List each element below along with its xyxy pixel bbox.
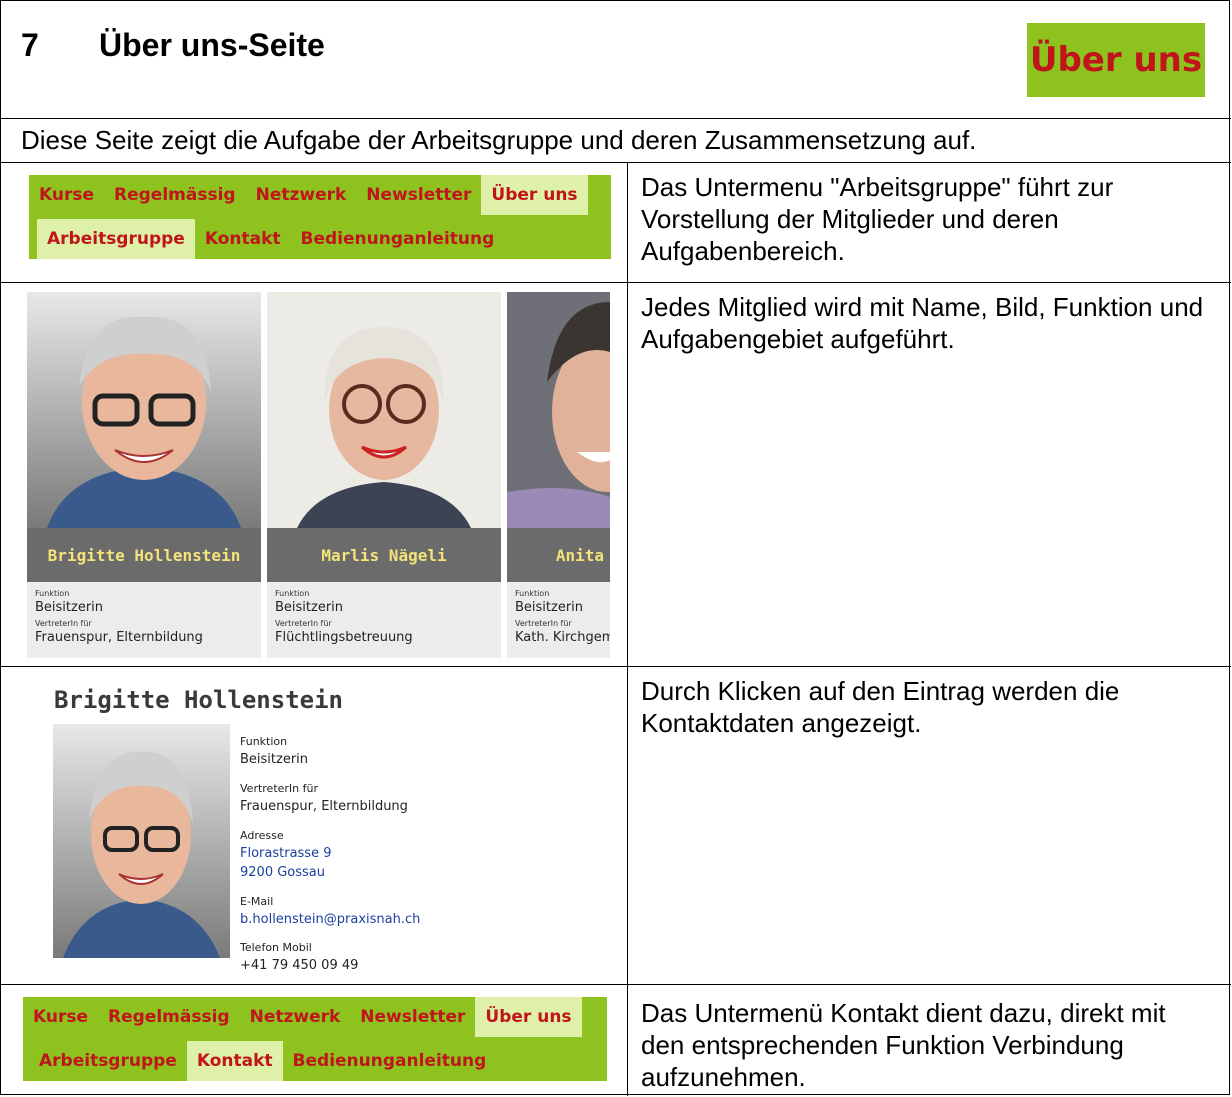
function-label: Funktion [515,589,550,598]
function-label: Funktion [240,735,288,748]
detail-name: Brigitte Hollenstein [54,686,343,714]
column-divider [627,283,628,666]
member-name: Brigitte Hollenstein [27,528,261,582]
column-divider [627,985,628,1096]
submenu-item-bedienunganleitung[interactable]: Bedienunganleitung [291,219,505,259]
member-name: Marlis Nägeli [267,528,501,582]
ueber-uns-badge: Über uns [1027,23,1205,97]
menu-item-newsletter[interactable]: Newsletter [350,997,475,1037]
menu-row-1: Kurse Regelmässig Netzwerk Newsletter Üb… [1,163,1231,283]
rep-label: VertreterIn für [240,782,319,795]
column-divider [627,163,628,282]
function-label: Funktion [275,589,310,598]
menu-item-regelmaessig[interactable]: Regelmässig [98,997,240,1037]
chapter-title: Über uns-Seite [99,27,325,63]
detail-rep: Frauenspur, Elternbildung [240,799,408,814]
member-card[interactable]: Anita Funktion Beisitzerin VertreterIn f… [507,292,610,658]
menu-row-2: Kurse Regelmässig Netzwerk Newsletter Üb… [1,985,1231,1096]
nav-menu-kontakt: Kurse Regelmässig Netzwerk Newsletter Üb… [23,997,607,1081]
chapter-number: 7 [21,27,39,63]
email-label: E-Mail [240,895,274,908]
menu-item-newsletter[interactable]: Newsletter [356,175,481,215]
member-name: Anita [507,528,610,582]
member-photo [507,292,610,528]
submenu-item-arbeitsgruppe[interactable]: Arbeitsgruppe [29,1041,187,1081]
address-city-link[interactable]: 9200 Gossau [240,865,325,880]
member-photo [27,292,261,528]
submenu-item-kontakt[interactable]: Kontakt [195,219,291,259]
submenu-item-bedienunganleitung[interactable]: Bedienunganleitung [283,1041,497,1081]
intro-row: Diese Seite zeigt die Aufgabe der Arbeit… [1,119,1231,163]
member-rep: Flüchtlingsbetreuung [275,630,413,645]
email-link[interactable]: b.hollenstein@praxisnah.ch [240,912,420,927]
menu-item-ueber-uns[interactable]: Über uns [481,175,588,215]
header-row: 7 Über uns-Seite Über uns [1,1,1231,119]
menu1-description: Das Untermenu "Arbeitsgruppe" führt zur … [641,172,1114,266]
member-rep: Frauenspur, Elternbildung [35,630,203,645]
submenu-item-arbeitsgruppe[interactable]: Arbeitsgruppe [37,219,195,259]
member-photo [267,292,501,528]
phone-label: Telefon Mobil [240,941,312,954]
rep-label: VertreterIn für [35,619,92,628]
menu-item-kurse[interactable]: Kurse [29,175,104,215]
rep-label: VertreterIn für [515,619,572,628]
member-function: Beisitzerin [515,600,584,615]
address-label: Adresse [240,829,284,842]
menu-item-ueber-uns[interactable]: Über uns [475,997,582,1037]
member-function: Beisitzerin [275,600,344,615]
members-description: Jedes Mitglied wird mit Name, Bild, Funk… [641,292,1204,354]
menu-item-netzwerk[interactable]: Netzwerk [240,997,351,1037]
member-card[interactable]: Marlis Nägeli Funktion Beisitzerin Vertr… [267,292,501,658]
member-function: Beisitzerin [35,600,104,615]
detail-description: Durch Klicken auf den Eintrag werden die… [641,676,1120,738]
menu-item-regelmaessig[interactable]: Regelmässig [104,175,246,215]
function-label: Funktion [35,589,70,598]
member-card[interactable]: Brigitte Hollenstein Funktion Beisitzeri… [27,292,261,658]
menu2-description: Das Untermenü Kontakt dient dazu, direkt… [641,998,1166,1092]
column-divider [627,667,628,984]
menu-item-kurse[interactable]: Kurse [23,997,98,1037]
rep-label: VertreterIn für [275,619,332,628]
submenu-item-kontakt[interactable]: Kontakt [186,1041,283,1081]
member-rep: Kath. Kirchgeme [515,630,610,645]
menu-item-netzwerk[interactable]: Netzwerk [246,175,357,215]
phone-number: +41 79 450 09 49 [240,958,359,973]
detail-function: Beisitzerin [240,752,309,767]
address-street-link[interactable]: Florastrasse 9 [240,846,331,861]
intro-text: Diese Seite zeigt die Aufgabe der Arbeit… [21,125,977,155]
nav-menu-arbeitsgruppe: Kurse Regelmässig Netzwerk Newsletter Üb… [29,175,611,259]
detail-photo [53,724,230,958]
